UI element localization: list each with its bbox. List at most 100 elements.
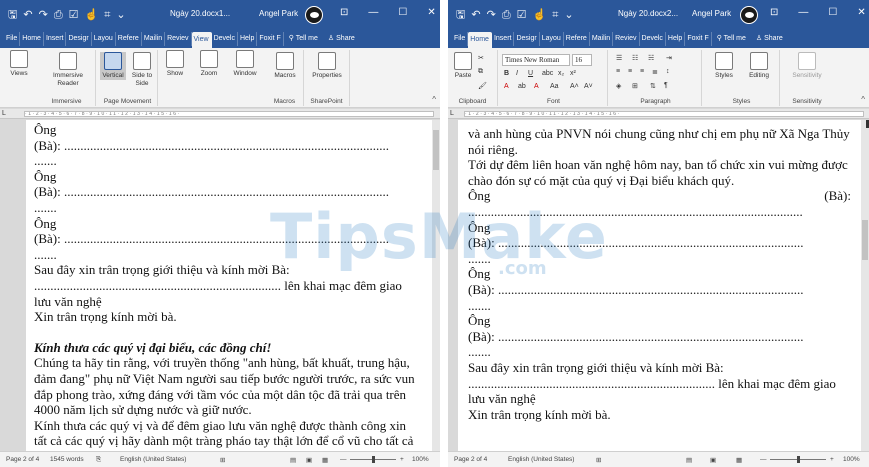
avatar[interactable] <box>740 6 758 24</box>
text-effects-icon[interactable]: A <box>504 83 509 90</box>
word-count[interactable]: 1545 words <box>50 456 84 463</box>
read-mode-icon[interactable]: ▤ <box>686 456 692 464</box>
tab-review[interactable]: Reviev <box>613 32 640 46</box>
line-spacing-icon[interactable]: ↕ <box>666 68 670 75</box>
print-preview-icon[interactable]: ⎙ <box>54 8 63 22</box>
ribbon-display-icon[interactable]: ⊡ <box>770 7 778 18</box>
tab-mailings[interactable]: Mailin <box>590 32 614 46</box>
subscript-icon[interactable]: x₂ <box>558 70 564 77</box>
proofing-icon[interactable]: ⎘ <box>96 456 101 464</box>
language[interactable]: English (United States) <box>120 456 186 463</box>
minimize-icon[interactable]: — <box>368 7 378 18</box>
web-layout-icon[interactable]: ▦ <box>736 456 742 464</box>
tell-me-search[interactable]: ⚲ Tell me <box>284 32 323 46</box>
ruler[interactable]: L ·1·2·3·4·5·6·7·8·9·10·11·12·13·14·15·1… <box>0 109 440 119</box>
zoom-level[interactable]: 100% <box>412 456 429 463</box>
format-painter-icon[interactable]: ⌗ <box>104 8 110 22</box>
web-layout-icon[interactable]: ▦ <box>322 456 328 464</box>
page-count[interactable]: Page 2 of 4 <box>6 456 39 463</box>
align-right-icon[interactable]: ≡ <box>640 68 644 75</box>
indent-icon[interactable]: ⇥ <box>666 54 672 62</box>
tab-references[interactable]: Refere <box>116 32 142 46</box>
maximize-icon[interactable]: ☐ <box>398 7 407 18</box>
close-icon[interactable]: ✕ <box>427 7 435 18</box>
read-mode-icon[interactable]: ▤ <box>290 456 296 464</box>
tab-home[interactable]: Home <box>468 32 492 48</box>
tab-help[interactable]: Help <box>666 32 686 46</box>
font-color-icon[interactable]: A <box>534 83 539 90</box>
bullets-icon[interactable]: ☰ <box>616 54 622 62</box>
tab-developer[interactable]: Develc <box>640 32 666 46</box>
zoom-out-icon[interactable]: — <box>340 456 347 463</box>
properties-button[interactable]: Properties <box>308 52 346 80</box>
minimize-icon[interactable]: — <box>798 7 808 18</box>
copy-icon[interactable]: ⧉ <box>478 68 483 76</box>
tab-stop-icon[interactable]: L <box>450 110 454 117</box>
redo-icon[interactable]: ↷ <box>39 8 48 22</box>
tab-layout[interactable]: Layou <box>540 32 564 46</box>
multilevel-list-icon[interactable]: ☵ <box>648 54 654 62</box>
tab-view[interactable]: View <box>191 32 212 48</box>
page-count[interactable]: Page 2 of 4 <box>454 456 487 463</box>
tab-file[interactable]: File <box>452 32 469 46</box>
tab-layout[interactable]: Layou <box>92 32 116 46</box>
tab-mailings[interactable]: Mailin <box>142 32 166 46</box>
tell-me-search[interactable]: ⚲ Tell me <box>712 32 751 46</box>
collapse-ribbon-icon[interactable]: ^ <box>432 95 436 104</box>
share-button[interactable]: ♙ Share <box>323 32 360 46</box>
print-layout-icon[interactable]: ▣ <box>710 456 716 464</box>
zoom-in-icon[interactable]: + <box>830 456 834 463</box>
zoom-out-icon[interactable]: — <box>760 456 767 463</box>
tab-design[interactable]: Desigr <box>514 32 540 46</box>
side-to-side-button[interactable]: Side to Side <box>128 52 156 88</box>
vertical-button[interactable]: Vertical <box>100 52 126 80</box>
styles-button[interactable]: Styles <box>708 52 740 80</box>
underline-button[interactable]: U <box>528 70 533 77</box>
document-page[interactable]: Ông (Bà): ...............................… <box>26 120 432 451</box>
redo-icon[interactable]: ↷ <box>487 8 496 22</box>
shading-icon[interactable]: ◈ <box>616 82 621 90</box>
immersive-reader-button[interactable]: Immersive Reader <box>46 52 90 88</box>
tab-insert[interactable]: Insert <box>492 32 515 46</box>
font-size-select[interactable]: 16 <box>572 54 592 66</box>
bold-button[interactable]: B <box>504 70 509 77</box>
macro-record-icon[interactable]: ⊞ <box>220 456 225 464</box>
undo-icon[interactable]: ↶ <box>23 8 32 22</box>
editing-button[interactable]: Editing <box>742 52 776 80</box>
tab-references[interactable]: Refere <box>564 32 590 46</box>
share-button[interactable]: ♙ Share <box>751 32 788 46</box>
zoom-slider-knob[interactable] <box>797 456 800 463</box>
cut-icon[interactable]: ✂ <box>478 54 484 62</box>
superscript-icon[interactable]: x² <box>570 70 576 77</box>
save-icon[interactable]: 🖫 <box>8 8 17 22</box>
format-painter-icon[interactable]: ⌗ <box>552 8 558 22</box>
shrink-font-icon[interactable]: A˅ <box>584 83 593 90</box>
highlight-icon[interactable]: ab <box>518 83 526 90</box>
format-painter-icon[interactable]: 🖌 <box>478 82 487 90</box>
customize-qat-icon[interactable]: ⌄ <box>116 8 125 22</box>
views-button[interactable]: Views <box>4 50 34 78</box>
scrollbar-thumb[interactable] <box>433 130 439 170</box>
tab-design[interactable]: Desigr <box>66 32 92 46</box>
save-icon[interactable]: 🖫 <box>456 8 465 22</box>
font-name-select[interactable]: Times New Roman <box>502 54 570 66</box>
tab-insert[interactable]: Insert <box>44 32 67 46</box>
show-marks-icon[interactable]: ¶ <box>664 82 668 89</box>
macros-button[interactable]: Macros <box>270 52 300 80</box>
check-icon[interactable]: ☑ <box>69 8 79 22</box>
vertical-scrollbar[interactable] <box>861 120 869 451</box>
zoom-level[interactable]: 100% <box>843 456 860 463</box>
italic-button[interactable]: I <box>516 70 518 77</box>
tab-stop-icon[interactable]: L <box>2 110 6 117</box>
paste-button[interactable]: Paste <box>452 52 474 80</box>
check-icon[interactable]: ☑ <box>517 8 527 22</box>
show-button[interactable]: Show <box>162 50 188 78</box>
avatar[interactable] <box>305 6 323 24</box>
user-name[interactable]: Angel Park <box>259 9 298 18</box>
justify-icon[interactable]: ≣ <box>652 68 658 76</box>
document-page[interactable]: và anh hùng của PNVN nói chung cũng như … <box>458 120 861 451</box>
tab-home[interactable]: Home <box>20 32 44 46</box>
macro-record-icon[interactable]: ⊞ <box>596 456 601 464</box>
ribbon-display-icon[interactable]: ⊡ <box>340 7 348 18</box>
strikethrough-icon[interactable]: abc <box>542 70 553 77</box>
